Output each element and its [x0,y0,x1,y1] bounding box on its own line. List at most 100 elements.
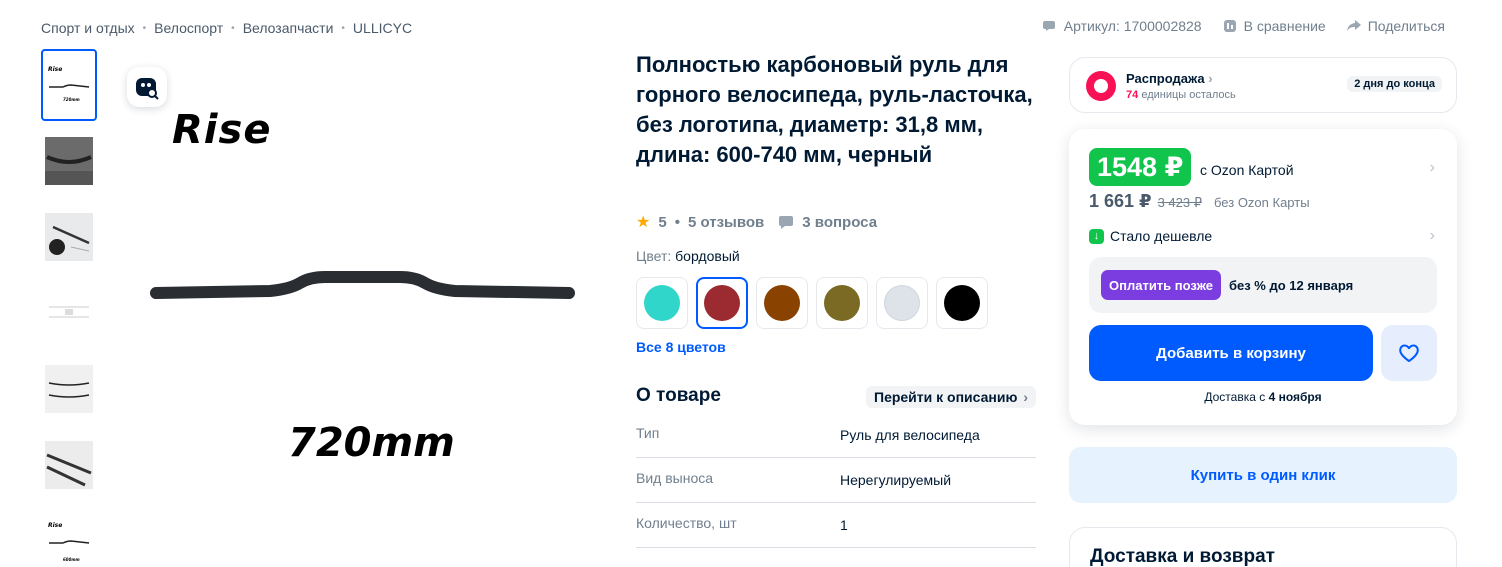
reviews-link[interactable]: 5 отзывов [688,214,764,231]
price-card: 1548 ₽ с Ozon Картой › 1 661 ₽ 3 423 ₽ б… [1069,129,1457,425]
chevron-right-icon[interactable]: › [1430,159,1435,177]
price-dropped-row[interactable]: ↓ Стало дешевле [1089,228,1212,244]
spec-key: Тип [636,425,660,441]
arrow-down-icon: ↓ [1089,228,1104,244]
chevron-right-icon: › [1023,389,1029,405]
thumbnail[interactable] [41,429,97,501]
compare-icon [1223,20,1236,32]
star-icon: ★ [636,214,651,231]
sale-icon [1086,71,1116,101]
color-swatch[interactable] [636,277,688,329]
rating-separator: • [674,213,680,231]
article-number[interactable]: Артикул: 1700002828 [1042,18,1202,34]
buy-one-click-button[interactable]: Купить в один клик [1069,447,1457,503]
delivery-date: 4 ноября [1268,390,1322,404]
pay-later-text: без % до 12 января [1228,277,1354,293]
favorite-button[interactable] [1381,325,1437,381]
swatch-color [884,285,920,321]
svg-text:600mm: 600mm [63,557,80,562]
product-title: Полностью карбоновый руль для горного ве… [636,52,1033,167]
breadcrumb-item[interactable]: Спорт и отдых [41,20,135,36]
sale-title: Распродажа › [1126,71,1213,86]
price-dropped-label: Стало дешевле [1110,228,1213,244]
thumbnail-image: Rise 600mm [48,522,90,562]
swatch-color [824,285,860,321]
thumbnail-image [45,137,93,185]
color-value: бордовый [675,248,740,264]
color-swatch[interactable] [876,277,928,329]
delivery-prefix: Доставка с [1204,390,1266,404]
camera-search-icon [136,78,159,100]
share-icon [1346,20,1361,31]
thumbnail[interactable] [41,125,97,197]
main-product-image[interactable]: Rise 720mm [120,55,600,565]
breadcrumb-item[interactable]: Велозапчасти [243,20,334,36]
spec-key: Вид выноса [636,470,714,486]
color-swatches [636,277,988,329]
all-colors-link[interactable]: Все 8 цветов [636,339,726,355]
image-caption-top: Rise [172,107,272,153]
thumbnail-list: Rise 720mm Rise 600mm [41,49,97,567]
color-swatch[interactable] [696,277,748,329]
delivery-info: Доставка с 4 ноября [1069,390,1457,404]
thumbnail-image [49,306,89,318]
breadcrumb-separator: • [231,22,235,34]
swatch-color [644,285,680,321]
question-icon [779,216,794,229]
spec-key: Количество, шт [636,515,737,531]
days-left-badge: 2 дня до конца [1347,76,1442,92]
handlebar-image [150,271,575,299]
color-swatch[interactable] [816,277,868,329]
spec-value: Руль для велосипеда [840,427,980,443]
svg-text:Rise: Rise [48,522,62,529]
spec-row: Вид выноса Нерегулируемый [636,458,1036,503]
old-price: 3 423 ₽ [1157,195,1202,210]
image-search-button[interactable] [127,67,167,107]
color-label-text: Цвет: [636,248,672,264]
ozon-card-price: 1548 ₽ [1089,148,1192,186]
pay-later-block: Оплатить позже без % до 12 января [1089,257,1437,313]
svg-text:Rise: Rise [48,66,62,73]
spec-value: 1 [840,517,848,533]
add-to-cart-button[interactable]: Добавить в корзину [1089,325,1373,381]
goto-description-button[interactable]: Перейти к описанию › [866,386,1037,408]
chevron-right-icon[interactable]: › [1430,227,1435,245]
thumbnail-image [45,441,93,489]
regular-price-row: 1 661 ₽ 3 423 ₽ без Ozon Карты [1089,191,1310,212]
thumbnail[interactable] [41,201,97,273]
swatch-color [764,285,800,321]
questions-link[interactable]: 3 вопроса [802,214,877,231]
compare-button[interactable]: В сравнение [1222,18,1326,34]
spec-row: Тип Руль для велосипеда [636,413,1036,458]
breadcrumb: Спорт и отдых • Велоспорт • Велозапчасти… [41,20,412,36]
breadcrumb-item[interactable]: Велоспорт [154,20,223,36]
thumbnail[interactable] [41,353,97,425]
image-caption-bottom: 720mm [288,420,455,466]
share-button[interactable]: Поделиться [1346,18,1445,34]
about-heading: О товаре [636,385,721,406]
heart-icon [1399,344,1419,362]
rating-row: ★ 5 • 5 отзывов 3 вопроса [636,212,877,232]
color-label: Цвет: бордовый [636,248,740,264]
units-left-count: 74 [1126,89,1139,101]
breadcrumb-item[interactable]: ULLICYC [353,20,412,36]
pay-later-button[interactable]: Оплатить позже [1101,270,1221,300]
thumbnail-image [45,213,93,261]
goto-description-label: Перейти к описанию [874,389,1018,405]
thumbnail[interactable]: Rise 720mm [41,49,97,121]
top-actions: Артикул: 1700002828 В сравнение Поделить… [1042,18,1445,34]
chevron-right-icon: › [1208,71,1213,86]
swatch-color [944,285,980,321]
share-label: Поделиться [1367,18,1445,34]
sale-card[interactable]: Распродажа › 74 единицы осталось 2 дня д… [1069,57,1457,113]
compare-label: В сравнение [1243,18,1326,34]
thumbnail[interactable]: Rise 600mm [41,505,97,567]
delivery-return-heading: Доставка и возврат [1090,546,1275,567]
color-swatch[interactable] [936,277,988,329]
article-label: Артикул: 1700002828 [1063,18,1202,34]
rating-value[interactable]: 5 [658,214,666,231]
thumbnail[interactable] [41,277,97,349]
color-swatch[interactable] [756,277,808,329]
breadcrumb-separator: • [341,22,345,34]
specs-list: Тип Руль для велосипеда Вид выноса Нерег… [636,413,1036,548]
